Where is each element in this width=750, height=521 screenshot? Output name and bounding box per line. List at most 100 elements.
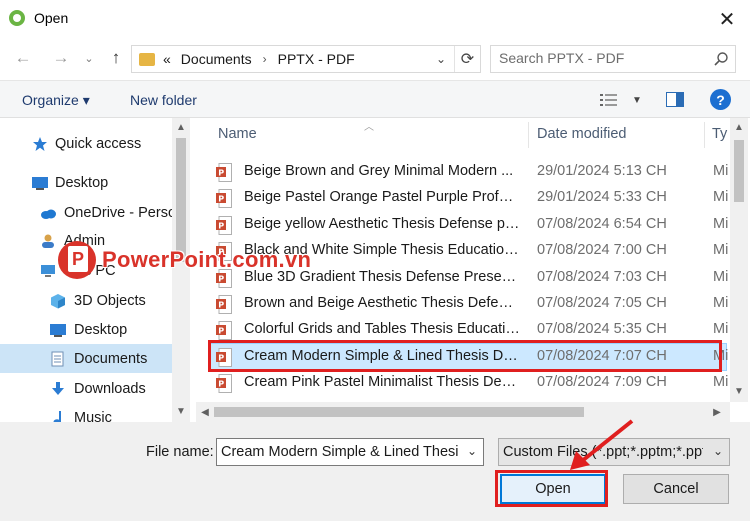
window-title: Open (34, 10, 69, 26)
file-name: Beige Brown and Grey Minimal Modern ... (244, 163, 514, 179)
chevron-down-icon[interactable]: ⌄ (467, 444, 477, 458)
file-row[interactable]: P Brown and Beige Aesthetic Thesis Defen… (210, 291, 728, 317)
breadcrumb-separator-icon[interactable]: › (263, 52, 267, 66)
file-date: 07/08/2024 5:35 CH (537, 321, 667, 337)
cancel-button[interactable]: Cancel (623, 474, 729, 504)
scroll-down-icon[interactable]: ▼ (730, 382, 748, 400)
scroll-thumb[interactable] (734, 140, 744, 202)
sort-ascending-icon: ︿ (364, 122, 374, 133)
search-input[interactable]: Search PPTX - PDF (490, 45, 736, 73)
command-bar: Organize ▾ New folder ▼ ? (0, 80, 750, 118)
file-row[interactable]: P Beige yellow Aesthetic Thesis Defense … (210, 212, 728, 238)
nav-item-label: Downloads (74, 380, 146, 397)
view-dropdown-icon[interactable]: ▼ (632, 95, 642, 106)
scroll-thumb[interactable] (214, 407, 584, 417)
help-icon[interactable]: ? (710, 89, 731, 110)
address-bar[interactable]: « Documents › PPTX - PDF ⌄ ⟳ (131, 45, 481, 73)
file-row[interactable]: P Beige Pastel Orange Pastel Purple Prof… (210, 185, 728, 211)
nav-item-label: Documents (74, 350, 148, 367)
up-button[interactable]: ↑ (105, 47, 127, 69)
navigation-bar: ← → ⌄ ↑ « Documents › PPTX - PDF ⌄ ⟳ Sea… (0, 38, 750, 80)
view-options[interactable]: ▼ (600, 90, 642, 110)
file-date: 29/01/2024 5:33 CH (537, 189, 667, 205)
back-button[interactable]: ← (12, 47, 34, 69)
svg-text:P: P (218, 194, 224, 203)
download-icon (52, 381, 64, 395)
column-header-name[interactable]: Name (218, 126, 257, 142)
nav-item-label: Desktop (74, 321, 128, 338)
powerpoint-logo-icon: P (58, 241, 96, 279)
cube-icon (51, 293, 65, 308)
logo-letter: P (68, 246, 88, 272)
documents-icon (51, 351, 64, 366)
breadcrumb-overflow[interactable]: « (163, 51, 171, 67)
watermark-text: PowerPoint.com.vn (102, 247, 312, 272)
column-header-date[interactable]: Date modified (537, 126, 626, 142)
forward-button[interactable]: → (50, 47, 72, 69)
nav-item-label: Quick access (55, 135, 142, 152)
svg-text:P: P (218, 326, 224, 335)
nav-item-3d-objects[interactable]: 3D Objects (0, 286, 172, 315)
file-name: Beige yellow Aesthetic Thesis Defense pr… (244, 216, 520, 232)
column-header-type[interactable]: Ty (712, 126, 727, 142)
breadcrumb-pptx-pdf[interactable]: PPTX - PDF (278, 51, 355, 67)
powerpoint-file-icon: P (216, 374, 232, 393)
nav-item-quick-access[interactable]: Quick access (0, 129, 172, 158)
search-placeholder: Search PPTX - PDF (499, 50, 625, 66)
nav-item-label: 3D Objects (74, 292, 146, 309)
folder-icon (139, 52, 155, 66)
organize-button[interactable]: Organize ▾ (22, 92, 90, 109)
app-icon (9, 10, 25, 26)
chevron-down-icon[interactable]: ⌄ (713, 444, 723, 458)
file-list-horizontal-scrollbar[interactable]: ◀ ▶ (196, 402, 730, 422)
column-divider[interactable] (704, 122, 705, 148)
powerpoint-file-icon: P (216, 216, 232, 235)
nav-item-desktop[interactable]: Desktop (0, 168, 172, 197)
nav-item-desktop-pc[interactable]: Desktop (0, 315, 172, 344)
powerpoint-file-icon: P (216, 189, 232, 208)
refresh-icon: ⟳ (460, 51, 475, 68)
file-date: 07/08/2024 7:05 CH (537, 295, 667, 311)
file-name-input[interactable]: Cream Modern Simple & Lined Thesi ⌄ (216, 438, 484, 466)
column-divider[interactable] (528, 122, 529, 148)
recent-locations-button[interactable]: ⌄ (78, 47, 100, 69)
file-date: 07/08/2024 7:00 CH (537, 242, 667, 258)
nav-item-documents[interactable]: Documents (0, 344, 172, 373)
file-name: Colorful Grids and Tables Thesis Educati… (244, 321, 520, 337)
star-icon (33, 136, 47, 151)
file-list-vertical-scrollbar[interactable]: ▲ ▼ (730, 118, 748, 402)
powerpoint-file-icon: P (216, 163, 232, 182)
desktop-icon (50, 323, 66, 337)
user-icon (42, 234, 54, 248)
file-row[interactable]: P Cream Pink Pastel Minimalist Thesis De… (210, 370, 728, 396)
scroll-left-icon[interactable]: ◀ (196, 403, 214, 421)
music-icon (53, 410, 61, 422)
highlight-box-selected-file (208, 340, 722, 372)
search-icon[interactable] (713, 51, 729, 67)
chevron-down-icon: ⌄ (84, 52, 94, 65)
file-date: 07/08/2024 7:09 CH (537, 374, 667, 390)
preview-pane-icon[interactable] (666, 92, 684, 107)
svg-text:P: P (218, 300, 224, 309)
desktop-icon (32, 176, 48, 190)
details-view-icon[interactable] (600, 93, 620, 107)
new-folder-button[interactable]: New folder (130, 92, 197, 108)
title-bar: Open ✕ (0, 0, 750, 38)
file-name-value: Cream Modern Simple & Lined Thesi (221, 444, 459, 460)
scroll-up-icon[interactable]: ▲ (730, 118, 748, 136)
nav-item-downloads[interactable]: Downloads (0, 374, 172, 403)
nav-item-music[interactable]: Music (0, 403, 172, 422)
refresh-button[interactable]: ⟳ (454, 46, 480, 72)
nav-item-onedrive[interactable]: OneDrive - Perso (0, 198, 172, 227)
file-date: 07/08/2024 7:03 CH (537, 269, 667, 285)
file-row[interactable]: P Beige Brown and Grey Minimal Modern ..… (210, 159, 728, 185)
scroll-up-icon[interactable]: ▲ (172, 118, 190, 136)
scroll-down-icon[interactable]: ▼ (172, 402, 190, 420)
close-button[interactable]: ✕ (704, 0, 750, 38)
file-name: Brown and Beige Aesthetic Thesis Defens.… (244, 295, 520, 311)
scroll-right-icon[interactable]: ▶ (708, 403, 726, 421)
svg-text:P: P (218, 379, 224, 388)
arrow-right-icon: → (52, 48, 70, 67)
address-dropdown-icon[interactable]: ⌄ (436, 46, 446, 72)
breadcrumb-documents[interactable]: Documents (181, 51, 252, 67)
